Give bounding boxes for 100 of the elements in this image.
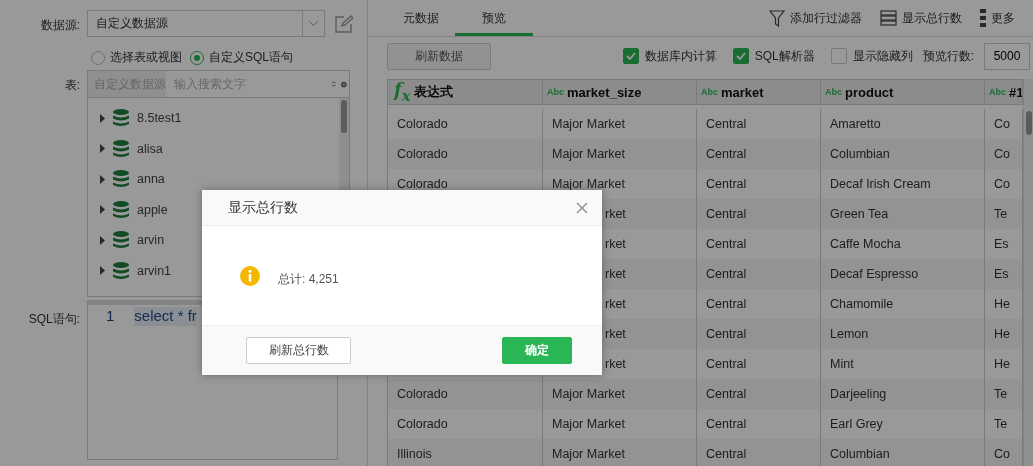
checkbox[interactable] [622,48,639,64]
column-name: product [845,84,894,100]
table-cell: Colorado [397,117,448,131]
checkmark-icon [735,52,746,60]
expand-icon[interactable] [100,174,105,184]
table-cell: Central [706,417,747,431]
toolbar-action[interactable]: 更多 [991,9,1015,27]
column-header[interactable]: Abc market [697,79,821,105]
tab[interactable]: 元数据 [387,0,455,36]
table-cell: rket [605,327,626,341]
column-header[interactable]: Abc product [821,79,985,105]
table-cell: Central [706,237,747,251]
filter-icon [769,9,785,27]
table-cell: rket [605,297,626,311]
edit-icon[interactable] [335,14,353,33]
table-cell: Co [994,147,1010,161]
table-cell: Central [706,267,747,281]
table-cell: Te [994,417,1008,431]
refresh-button[interactable]: 刷新数据 [387,42,491,70]
database-icon [113,170,129,189]
expression-icon: f$_{x}$ [394,80,411,104]
tab[interactable]: 预览 [455,0,533,36]
table-cell: He [994,327,1010,341]
datasource-select[interactable]: 自定义数据源 [87,10,325,37]
table-cell: He [994,297,1010,311]
table-cell: Decaf Irish Cream [830,177,931,191]
table-cell: Green Tea [830,207,889,221]
toolbar-action[interactable]: 显示总行数 [902,9,962,27]
table-cell: Co [994,447,1010,461]
tree-item[interactable]: arvin1 [137,263,172,278]
expand-icon[interactable] [100,266,105,276]
rows-icon [880,10,897,26]
tree-item[interactable]: 8.5test1 [137,111,182,126]
field-label: 预览行数: [922,47,974,65]
table-cell: Major Market [552,177,625,191]
caret-icon [309,21,318,26]
refresh-count-button[interactable]: 刷新总行数 [246,337,351,364]
table-cell: Es [994,267,1009,281]
scrollbar-thumb[interactable] [341,100,347,133]
expand-icon[interactable] [100,235,105,245]
database-icon [113,261,129,280]
checkbox-label: 显示隐藏列 [852,47,913,65]
expand-icon[interactable] [100,144,105,154]
table-cell: Caffe Mocha [830,237,901,251]
table-cell: Colorado [397,387,448,401]
table-cell: He [994,357,1010,371]
field-label: 表: [63,77,80,94]
database-icon [113,139,129,158]
tree-item[interactable]: anna [137,172,165,187]
table-cell: Central [706,147,747,161]
table-cell: Mint [830,357,854,371]
checkbox[interactable] [732,48,749,64]
table-cell: Major Market [552,117,625,131]
column-name: market_size [567,84,642,100]
tree-item[interactable]: alisa [137,141,163,156]
table-cell: Major Market [552,387,625,401]
dialog-message: 总计: 4,251 [278,271,339,288]
database-icon [113,231,129,250]
table-cell: rket [605,357,626,371]
table-cell: Central [706,177,747,191]
line-number: 1 [106,307,115,326]
checkbox[interactable] [830,48,847,64]
database-icon [113,109,129,128]
table-cell: Decaf Espresso [830,267,919,281]
radio-label[interactable]: 选择表或视图 [110,49,182,66]
table-cell: Central [706,207,747,221]
table-cell: Central [706,357,747,371]
table-cell: Darjeeling [830,387,887,401]
column-header[interactable]: Abc market_size [543,79,697,105]
table-cell: rket [605,237,626,251]
checkbox-label: 数据库内计算 [644,47,717,65]
table-cell: Te [994,207,1008,221]
table-cell: Co [994,177,1010,191]
table-cell: rket [605,267,626,281]
info-icon [240,265,260,286]
table-cell: Te [994,387,1008,401]
table-cell: Major Market [552,147,625,161]
tree-item[interactable]: arvin [137,233,165,248]
table-cell: Columbian [830,447,890,461]
table-cell: Co [994,117,1010,131]
text-type-icon: Abc [547,87,564,97]
table-cell: Colorado [397,147,448,161]
table-cell: Columbian [830,147,890,161]
field-label: SQL语句: [27,311,80,328]
table-cell: Es [994,237,1009,251]
expand-icon[interactable] [100,205,105,215]
expand-icon[interactable] [100,113,105,123]
text-type-icon: Abc [825,87,842,97]
table-cell: rket [605,207,626,221]
table-cell: Central [706,327,747,341]
scrollbar-thumb[interactable] [1025,111,1032,135]
tree-item[interactable]: apple [137,202,168,217]
table-cell: Central [706,447,747,461]
radio-label[interactable]: 自定义SQL语句 [209,49,293,66]
toolbar-action[interactable]: 添加行过滤器 [790,9,862,27]
preview-rows-field[interactable]: 5000 [984,42,1030,70]
table-cell: Chamomile [830,297,894,311]
table-cell: Amaretto [830,117,881,131]
table-cell: Major Market [552,417,625,431]
dialog-title: 显示总行数 [228,198,298,217]
